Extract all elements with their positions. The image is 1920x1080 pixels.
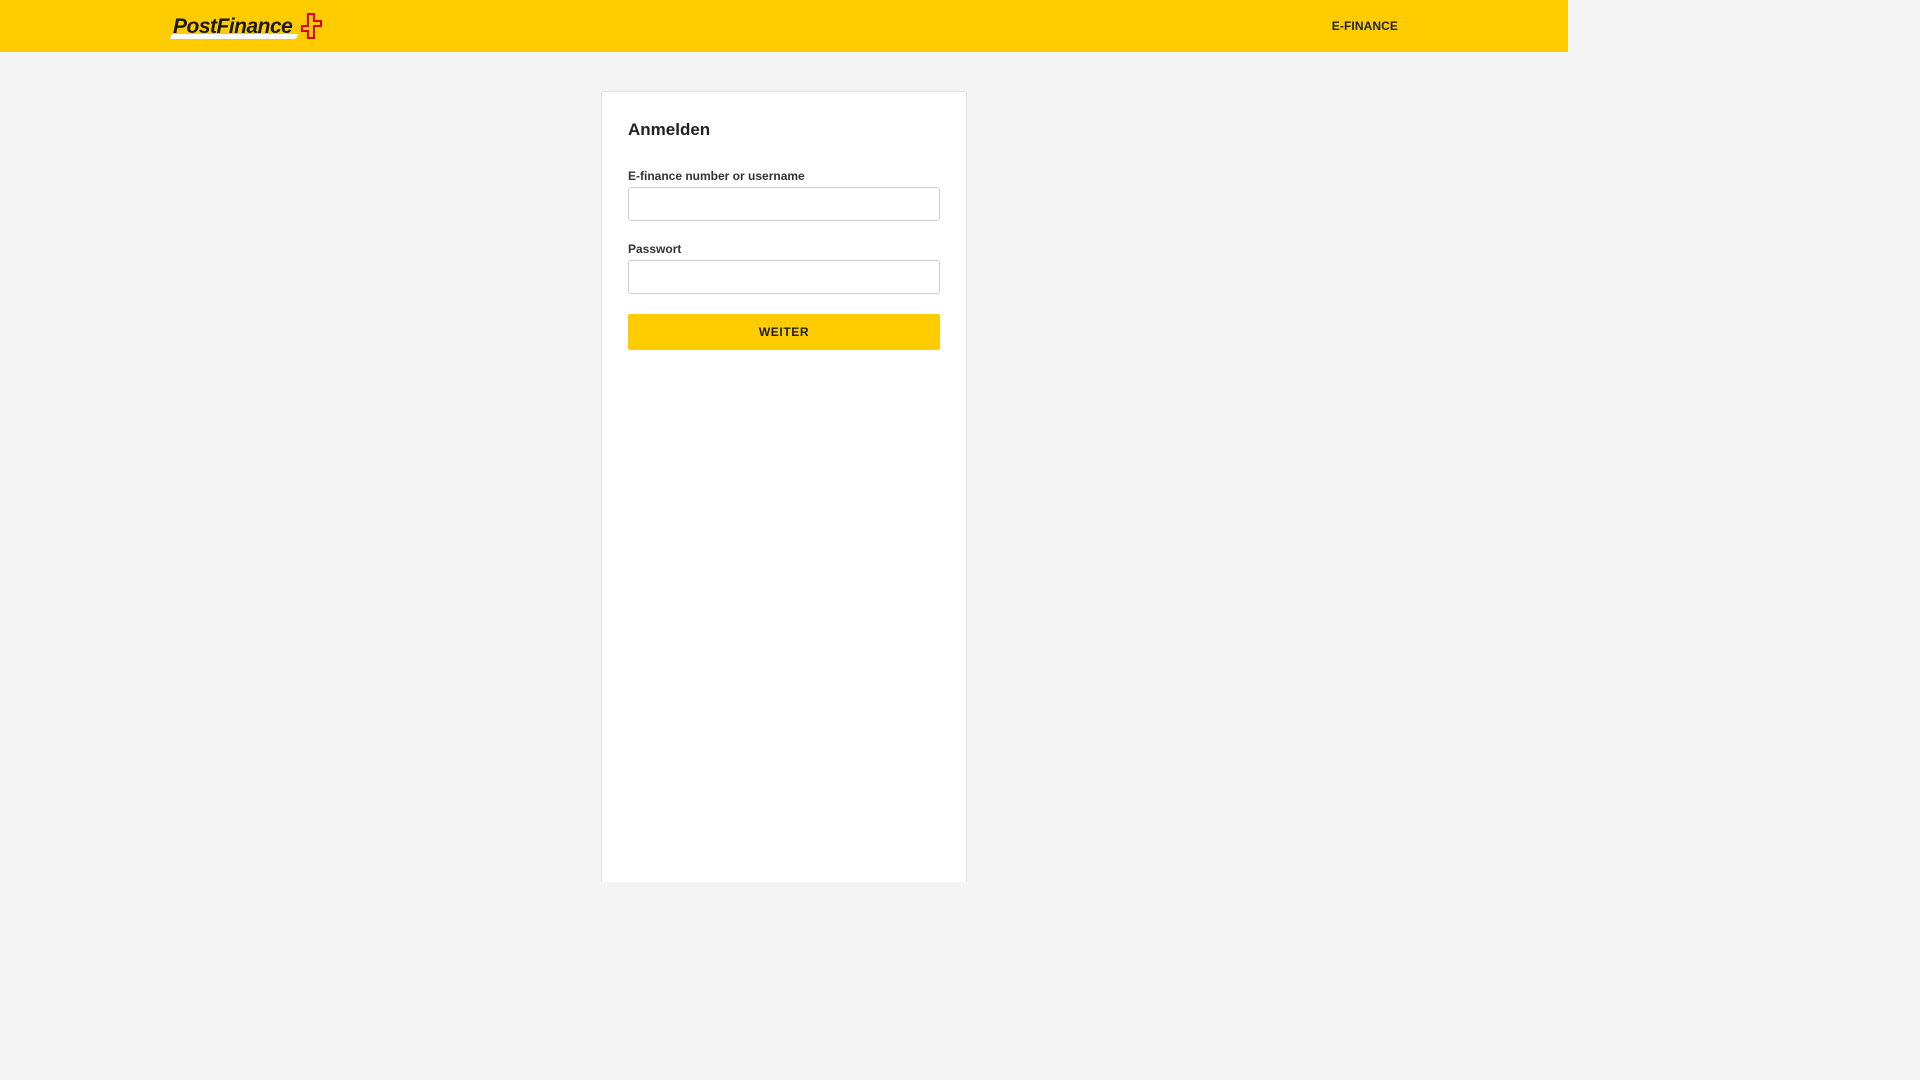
swiss-cross-icon (301, 13, 322, 39)
postfinance-logo-graphic: PostFinance (170, 13, 322, 39)
password-input[interactable] (628, 260, 940, 294)
login-card: Anmelden E-finance number or username Pa… (601, 91, 967, 882)
postfinance-logo[interactable]: PostFinance (170, 12, 324, 40)
username-label: E-finance number or username (628, 169, 805, 183)
username-input[interactable] (628, 187, 940, 221)
logo-wordmark: PostFinance (173, 15, 293, 38)
submit-button[interactable]: WEITER (628, 314, 940, 350)
login-title: Anmelden (628, 120, 711, 139)
nav-efinance-link[interactable]: E-FINANCE (1332, 0, 1398, 52)
password-label: Passwort (628, 242, 682, 256)
top-header: PostFinance E-FINANCE (0, 0, 1568, 52)
